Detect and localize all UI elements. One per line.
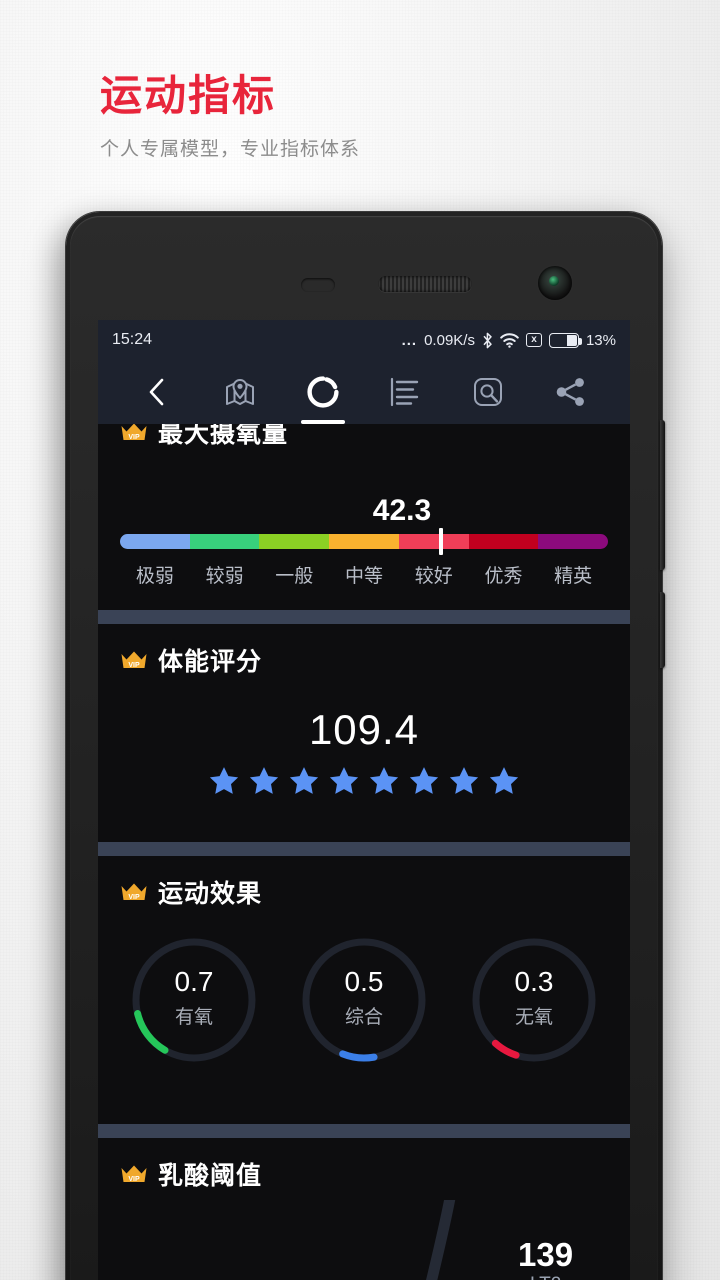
back-button[interactable] bbox=[116, 360, 199, 424]
power-button[interactable] bbox=[660, 592, 665, 668]
card-effect-title: 运动效果 bbox=[158, 880, 263, 908]
battery-icon bbox=[548, 332, 582, 348]
bar-segment-5 bbox=[468, 534, 539, 549]
scale-label: 中等 bbox=[345, 566, 384, 587]
phone-top-bezel bbox=[66, 216, 662, 320]
bar-segment-3 bbox=[329, 534, 399, 549]
ring-value: 0.5 bbox=[344, 965, 384, 997]
bar-segment-4 bbox=[398, 534, 469, 549]
scale-label: 较好 bbox=[414, 566, 453, 587]
vip-crown-icon: VIP bbox=[121, 883, 147, 901]
chevron-left-icon bbox=[150, 378, 164, 406]
card-vo2max-title: 最大摄氧量 bbox=[158, 424, 289, 448]
card-vo2max[interactable]: VIP 最大摄氧量 42.3 极弱 较弱 一般 中等 较好 优秀 精英 bbox=[98, 424, 630, 610]
bar-segment-1 bbox=[189, 534, 260, 549]
vo2max-value: 42.3 bbox=[372, 494, 432, 527]
bar-segment-2 bbox=[259, 534, 330, 549]
star-icon bbox=[329, 767, 359, 794]
card-fitness-header: VIP 体能评分 bbox=[120, 624, 608, 678]
card-fitness-title: 体能评分 bbox=[158, 648, 263, 676]
earpiece-speaker-icon bbox=[378, 276, 472, 292]
map-pin-icon bbox=[226, 379, 254, 405]
vip-crown-icon: VIP bbox=[121, 1165, 147, 1183]
promo-header: 运动指标 个人专属模型，专业指标体系 bbox=[100, 72, 360, 161]
svg-text:VIP: VIP bbox=[128, 1176, 140, 1183]
card-divider bbox=[98, 842, 630, 856]
vo2max-scale-bar bbox=[120, 528, 608, 555]
list-icon bbox=[391, 377, 419, 407]
effect-ring-aerobic[interactable]: 0.7 有氧 bbox=[128, 934, 260, 1066]
svg-text:VIP: VIP bbox=[128, 662, 140, 669]
scale-label: 极弱 bbox=[135, 566, 174, 587]
wifi-icon bbox=[500, 332, 519, 348]
share-icon bbox=[556, 378, 584, 406]
ring-value: 0.3 bbox=[514, 965, 554, 997]
list-tab[interactable] bbox=[364, 360, 447, 424]
fitness-star-rating bbox=[120, 766, 608, 795]
share-button[interactable] bbox=[529, 360, 612, 424]
scale-label: 优秀 bbox=[484, 566, 523, 587]
card-lactate-title: 乳酸阈值 bbox=[158, 1162, 263, 1190]
bar-segment-0 bbox=[120, 534, 190, 549]
star-icon bbox=[449, 767, 479, 794]
star-icon bbox=[209, 767, 239, 794]
metrics-tab[interactable] bbox=[281, 360, 364, 424]
page-subtitle: 个人专属模型，专业指标体系 bbox=[100, 139, 361, 161]
phone-screen: 15:24 ... 0.09K/s x 13% VIP 最大摄氧量 42.3 极… bbox=[98, 320, 630, 1280]
vo2max-scale-labels: 极弱 较弱 一般 中等 较好 优秀 精英 bbox=[120, 561, 608, 588]
battery-percent-label: 13% bbox=[585, 331, 616, 349]
card-vo2max-header: VIP 最大摄氧量 bbox=[120, 424, 608, 450]
lactate-value-label: LT2 bbox=[530, 1274, 561, 1280]
vip-crown-icon: VIP bbox=[121, 424, 147, 441]
status-bar: 15:24 ... 0.09K/s x 13% bbox=[98, 320, 630, 360]
vo2max-value-marker bbox=[439, 528, 444, 555]
effect-rings: 0.7 有氧 0.5 综合 0.3 无氧 bbox=[120, 934, 608, 1066]
bar-segment-6 bbox=[538, 534, 608, 549]
ring-chart-icon bbox=[307, 376, 339, 408]
map-tab[interactable] bbox=[199, 360, 282, 424]
volume-button[interactable] bbox=[660, 420, 665, 570]
card-effect-header: VIP 运动效果 bbox=[120, 856, 608, 910]
scale-label: 较弱 bbox=[205, 566, 244, 587]
svg-text:VIP: VIP bbox=[128, 894, 140, 901]
scale-label: 精英 bbox=[554, 566, 593, 587]
status-time: 15:24 bbox=[112, 331, 153, 348]
vo2max-bar-track bbox=[120, 534, 608, 549]
effect-ring-anaerobic[interactable]: 0.3 无氧 bbox=[468, 934, 600, 1066]
card-divider bbox=[98, 1124, 630, 1138]
vip-crown-icon: VIP bbox=[121, 651, 147, 669]
card-divider bbox=[98, 610, 630, 624]
sim-disabled-icon: x bbox=[525, 333, 542, 347]
bluetooth-icon bbox=[482, 332, 493, 349]
search-square-icon bbox=[474, 378, 503, 406]
star-icon bbox=[249, 767, 279, 794]
ring-label: 无氧 bbox=[514, 1006, 553, 1028]
scale-label: 一般 bbox=[275, 566, 314, 587]
front-camera-icon bbox=[538, 266, 572, 300]
app-toolbar bbox=[98, 360, 630, 424]
page-title: 运动指标 bbox=[100, 72, 277, 119]
analysis-tab[interactable] bbox=[447, 360, 530, 424]
ring-label: 有氧 bbox=[174, 1006, 213, 1028]
notification-dots-icon: ... bbox=[401, 331, 418, 349]
card-fitness-score[interactable]: VIP 体能评分 109.4 bbox=[98, 624, 630, 842]
star-icon bbox=[409, 767, 439, 794]
star-icon bbox=[369, 767, 399, 794]
card-lactate-threshold[interactable]: VIP 乳酸阈值 139 LT2 bbox=[98, 1138, 630, 1280]
lactate-curve-chart bbox=[426, 1200, 456, 1280]
star-icon bbox=[489, 767, 519, 794]
phone-device: 15:24 ... 0.09K/s x 13% VIP 最大摄氧量 42.3 极… bbox=[66, 212, 665, 1280]
network-speed-label: 0.09K/s bbox=[424, 331, 475, 349]
card-exercise-effect[interactable]: VIP 运动效果 0.7 有氧 0.5 综合 0.3 无氧 bbox=[98, 856, 630, 1124]
proximity-sensor-icon bbox=[301, 278, 335, 292]
svg-text:VIP: VIP bbox=[128, 434, 140, 441]
effect-ring-combined[interactable]: 0.5 综合 bbox=[298, 934, 430, 1066]
metrics-content[interactable]: VIP 最大摄氧量 42.3 极弱 较弱 一般 中等 较好 优秀 精英 VIP … bbox=[98, 424, 630, 1280]
card-lactate-header: VIP 乳酸阈值 bbox=[120, 1138, 608, 1192]
fitness-score-value: 109.4 bbox=[308, 706, 420, 753]
lactate-value: 139 bbox=[518, 1236, 574, 1273]
ring-label: 综合 bbox=[344, 1006, 383, 1028]
ring-value: 0.7 bbox=[174, 965, 214, 997]
star-icon bbox=[289, 767, 319, 794]
